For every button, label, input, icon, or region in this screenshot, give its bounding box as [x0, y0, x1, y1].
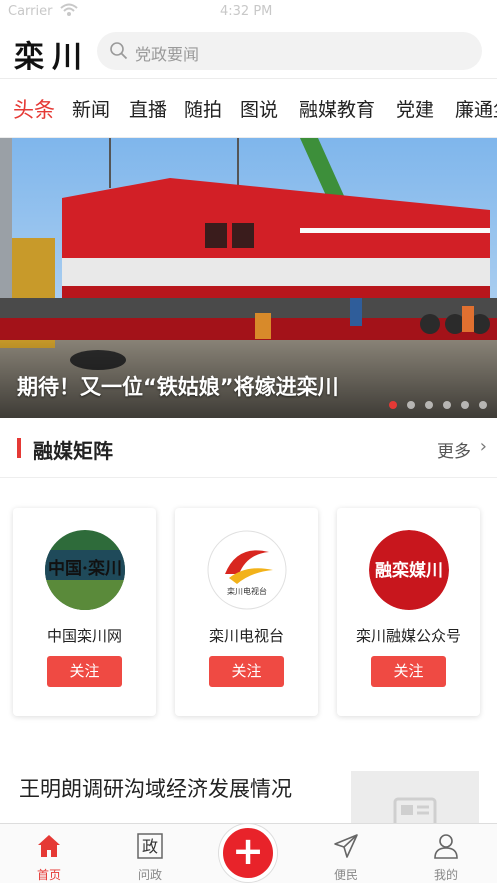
tabbar-profile[interactable]: 我的 [411, 824, 481, 883]
carousel-indicator [379, 394, 487, 413]
carousel-dot[interactable] [425, 401, 433, 409]
header: 栾川 党政要闻 [0, 24, 497, 78]
carousel-dot[interactable] [461, 401, 469, 409]
tab-snapshots[interactable]: 随拍 [184, 95, 222, 122]
carrier-label: Carrier [8, 4, 53, 19]
carousel-dot[interactable] [479, 401, 487, 409]
clock: 4:32 PM [220, 4, 273, 19]
media-logo-chinaluanchuan: 中国·栾川 [45, 530, 125, 610]
user-icon [434, 834, 458, 859]
media-card[interactable]: 栾川电视台 栾川电视台 关注 [175, 508, 318, 716]
news-placeholder-icon [393, 797, 437, 831]
tabbar-politics[interactable]: 政 问政 [115, 824, 185, 883]
publish-button[interactable]: + [219, 824, 277, 882]
section-accent-bar [17, 438, 21, 458]
matrix-section-header: 融媒矩阵 更多 › [0, 418, 497, 478]
media-logo-luanchuan-media-account: 融栾媒川 [369, 530, 449, 610]
media-logo-luanchuan-tv: 栾川电视台 [207, 530, 287, 610]
banner-carousel[interactable]: 期待！又一位“铁姑娘”将嫁进栾川 [0, 138, 497, 418]
news-headline[interactable]: 王明朗调研沟域经济发展情况 [19, 773, 292, 803]
tab-party-building[interactable]: 党建 [396, 95, 434, 122]
media-logo-text: 中国·栾川 [48, 558, 122, 579]
tab-live[interactable]: 直播 [129, 95, 167, 122]
tab-media-education[interactable]: 融媒教育 [299, 95, 375, 122]
tabbar-label: 我的 [433, 868, 458, 882]
search-bar[interactable]: 党政要闻 [97, 32, 482, 70]
tabbar-home[interactable]: 首页 [14, 824, 84, 883]
search-placeholder: 党政要闻 [135, 45, 200, 64]
plus-icon: + [232, 829, 264, 873]
carousel-dot[interactable] [389, 401, 397, 409]
banner-caption: 期待！又一位“铁姑娘”将嫁进栾川 [17, 375, 339, 399]
home-icon [38, 835, 60, 857]
politics-icon: 政 [137, 833, 163, 859]
tab-news[interactable]: 新闻 [72, 95, 110, 122]
section-title: 融媒矩阵 [33, 439, 113, 463]
tab-integrity[interactable]: 廉通尘 [455, 95, 497, 122]
search-icon [110, 42, 128, 60]
send-icon [334, 834, 358, 858]
media-name: 栾川融媒公众号 [355, 627, 461, 645]
news-thumbnail[interactable] [351, 771, 479, 831]
channel-tabs: 头条 新闻 直播 随拍 图说 融媒教育 党建 廉通尘 [0, 78, 497, 138]
more-link[interactable]: 更多 [437, 437, 471, 462]
app-logo: 栾川 [14, 40, 90, 75]
media-card[interactable]: 融栾媒川 栾川融媒公众号 关注 [337, 508, 480, 716]
follow-button[interactable]: 关注 [209, 656, 284, 687]
tabbar-label: 问政 [137, 868, 162, 882]
tab-headline[interactable]: 头条 [13, 94, 55, 124]
media-card[interactable]: 中国·栾川 中国栾川网 关注 [13, 508, 156, 716]
status-bar: Carrier 4:32 PM [0, 0, 497, 24]
tabbar-services[interactable]: 便民 [311, 824, 381, 883]
media-logo-text: 融栾媒川 [375, 560, 443, 581]
media-name: 中国栾川网 [46, 627, 122, 645]
tabbar-label: 便民 [333, 868, 358, 882]
tab-photo-stories[interactable]: 图说 [240, 95, 278, 122]
carousel-dot[interactable] [443, 401, 451, 409]
media-logo-text: 栾川电视台 [227, 586, 267, 596]
follow-button[interactable]: 关注 [47, 656, 122, 687]
tabbar-label: 首页 [36, 868, 61, 882]
wifi-icon [60, 3, 78, 16]
carousel-dot[interactable] [407, 401, 415, 409]
follow-button[interactable]: 关注 [371, 656, 446, 687]
chevron-right-icon[interactable]: › [480, 436, 487, 457]
politics-icon-char: 政 [142, 837, 158, 856]
media-name: 栾川电视台 [208, 627, 284, 645]
